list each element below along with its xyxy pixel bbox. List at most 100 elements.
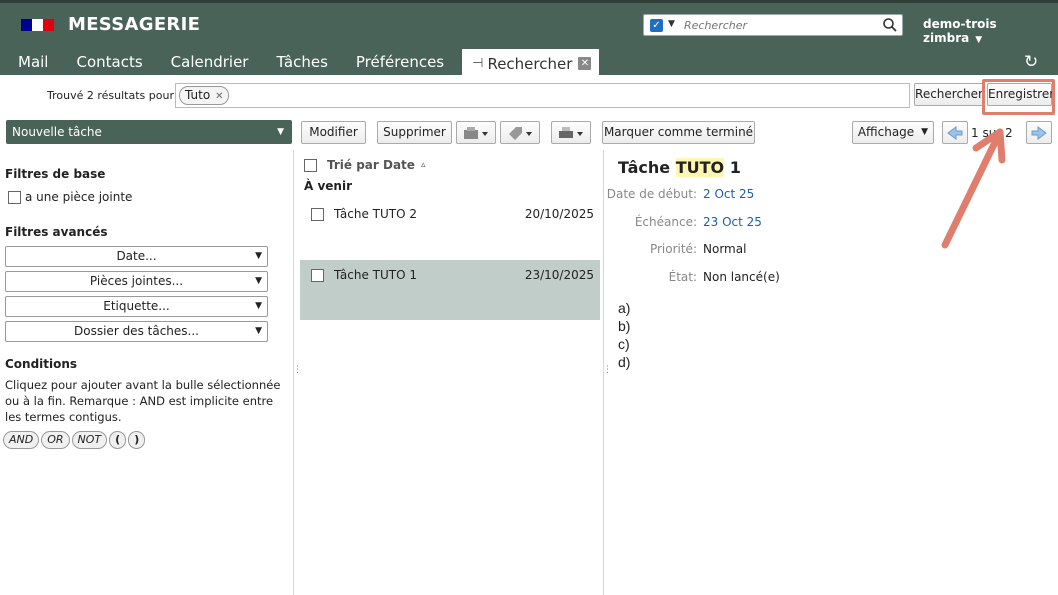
main-tabs: Mail Contacts Calendrier Tâches Préféren… xyxy=(0,49,600,75)
user-menu[interactable]: demo-trois zimbra ▼ xyxy=(923,17,1058,45)
chevron-down-icon: ▼ xyxy=(255,326,262,336)
move-button[interactable] xyxy=(456,121,496,144)
chevron-down-icon: ▼ xyxy=(255,276,262,286)
chevron-down-icon: ▼ xyxy=(975,35,983,45)
chevron-down-icon: ▼ xyxy=(921,127,928,137)
search-type-icon[interactable]: ✓ xyxy=(650,19,663,32)
tag-filter-select[interactable]: Etiquette... ▼ xyxy=(5,296,268,317)
chevron-down-icon: ▼ xyxy=(255,301,262,311)
remove-icon[interactable]: ✕ xyxy=(215,91,223,102)
task-list: Trié par Date ▵ À venir Tâche TUTO 2 20/1… xyxy=(300,150,600,595)
query-bubble[interactable]: Tuto ✕ xyxy=(179,86,229,105)
delete-button[interactable]: Supprimer xyxy=(377,121,452,144)
close-paren-button[interactable]: ) xyxy=(128,431,146,449)
tab-preferences[interactable]: Préférences xyxy=(338,49,454,75)
tab-search-label: Rechercher xyxy=(487,54,573,73)
start-date-link[interactable]: 2 Oct 25 xyxy=(703,187,754,201)
sort-asc-icon: ▵ xyxy=(420,160,426,170)
body-line: d) xyxy=(618,354,631,370)
tab-mail[interactable]: Mail xyxy=(0,49,58,75)
folder-move-icon xyxy=(464,127,488,139)
chevron-down-icon[interactable]: ▼ xyxy=(668,19,675,29)
print-button[interactable] xyxy=(551,121,591,144)
mark-done-button[interactable]: Marquer comme terminé xyxy=(602,121,755,144)
search-button[interactable]: Rechercher xyxy=(914,83,984,106)
attachments-filter-label: Pièces jointes... xyxy=(89,274,184,288)
list-header[interactable]: Trié par Date ▵ xyxy=(304,158,425,172)
folder-filter-label: Dossier des tâches... xyxy=(74,324,199,338)
results-count-label: Trouvé 2 résultats pour : xyxy=(47,89,182,102)
refresh-icon[interactable]: ↻ xyxy=(1024,52,1038,72)
new-task-label: Nouvelle tâche xyxy=(12,125,102,139)
task-row[interactable]: Tâche TUTO 1 23/10/2025 xyxy=(300,260,600,320)
and-operator-button[interactable]: AND xyxy=(3,431,40,449)
open-paren-button[interactable]: ( xyxy=(109,431,127,449)
task-checkbox[interactable] xyxy=(311,269,324,282)
date-filter-select[interactable]: Date... ▼ xyxy=(5,246,268,267)
body-line: c) xyxy=(618,336,630,352)
operator-buttons: AND OR NOT ( ) xyxy=(3,431,146,449)
chevron-down-icon: ▼ xyxy=(255,251,262,261)
basic-filters-title: Filtres de base xyxy=(5,167,106,181)
flag-logo-icon xyxy=(21,19,54,31)
app-title: MESSAGERIE xyxy=(68,14,201,35)
task-checkbox[interactable] xyxy=(311,208,324,221)
search-box[interactable]: ✓ ▼ xyxy=(643,14,903,36)
close-icon[interactable]: ✕ xyxy=(578,57,592,70)
task-date: 20/10/2025 xyxy=(524,207,594,221)
body-line: b) xyxy=(618,318,631,334)
tab-search[interactable]: ⊣ Rechercher ✕ xyxy=(462,49,600,75)
or-operator-button[interactable]: OR xyxy=(41,431,70,449)
chevron-down-icon[interactable]: ▼ xyxy=(277,120,284,144)
conditions-text: Cliquez pour ajouter avant la bulle séle… xyxy=(5,378,281,424)
tab-tasks[interactable]: Tâches xyxy=(258,49,337,75)
view-menu-label: Affichage xyxy=(857,125,915,139)
splitter-grip-icon[interactable]: ⋮ xyxy=(293,366,302,382)
not-operator-button[interactable]: NOT xyxy=(71,431,108,449)
app-window: MESSAGERIE ✓ ▼ demo-trois zimbra▼ Mail C… xyxy=(0,0,1058,595)
pin-icon: ⊣ xyxy=(472,56,484,71)
next-page-button[interactable] xyxy=(1026,121,1052,144)
body-line: a) xyxy=(618,300,631,316)
attachment-checkbox[interactable] xyxy=(8,190,21,204)
field-value: Non lancé(e) xyxy=(703,270,780,284)
task-name: Tâche TUTO 2 xyxy=(334,207,418,221)
field-label: État: xyxy=(668,270,697,284)
tab-calendar[interactable]: Calendrier xyxy=(153,49,259,75)
folder-filter-select[interactable]: Dossier des tâches... ▼ xyxy=(5,321,268,342)
arrow-right-icon xyxy=(1031,126,1047,140)
edit-button[interactable]: Modifier xyxy=(301,121,366,144)
task-name: Tâche TUTO 1 xyxy=(334,268,418,282)
annotation-arrow-icon xyxy=(941,128,1006,249)
task-title-prefix: Tâche xyxy=(618,158,676,177)
search-icon[interactable] xyxy=(882,17,898,33)
splitter-grip-icon[interactable]: ⋮ xyxy=(603,366,612,382)
attachments-filter-select[interactable]: Pièces jointes... ▼ xyxy=(5,271,268,292)
view-menu-button[interactable]: Affichage ▼ xyxy=(852,121,934,144)
top-bar: MESSAGERIE ✓ ▼ demo-trois zimbra▼ Mail C… xyxy=(0,0,1058,75)
new-task-button[interactable]: Nouvelle tâche ▼ xyxy=(6,120,292,144)
top-border xyxy=(0,0,1058,3)
tag-filter-label: Etiquette... xyxy=(103,299,170,313)
date-filter-label: Date... xyxy=(116,249,157,263)
user-name: demo-trois zimbra xyxy=(923,17,997,45)
attachment-filter[interactable]: a une pièce jointe xyxy=(8,190,132,204)
select-all-checkbox[interactable] xyxy=(304,158,317,172)
task-title: Tâche TUTO 1 xyxy=(618,158,741,177)
conditions-title: Conditions xyxy=(5,357,78,371)
query-field[interactable]: Tuto ✕ xyxy=(175,83,910,108)
field-label: Priorité: xyxy=(649,242,697,256)
search-results-bar: Trouvé 2 résultats pour : Tuto ✕ Recherch… xyxy=(0,76,1058,112)
task-title-suffix: 1 xyxy=(724,158,741,177)
tab-contacts[interactable]: Contacts xyxy=(58,49,152,75)
field-label: Date de début: xyxy=(606,187,697,201)
sort-label[interactable]: Trié par Date xyxy=(327,158,415,172)
tag-button[interactable] xyxy=(500,121,540,144)
search-input[interactable] xyxy=(684,17,880,33)
print-icon xyxy=(559,127,583,138)
field-value: Normal xyxy=(703,242,747,256)
query-bubble-text: Tuto xyxy=(185,88,211,102)
task-title-highlight: TUTO xyxy=(675,158,725,177)
due-date-link[interactable]: 23 Oct 25 xyxy=(703,215,762,229)
task-row[interactable]: Tâche TUTO 2 20/10/2025 xyxy=(300,199,600,259)
